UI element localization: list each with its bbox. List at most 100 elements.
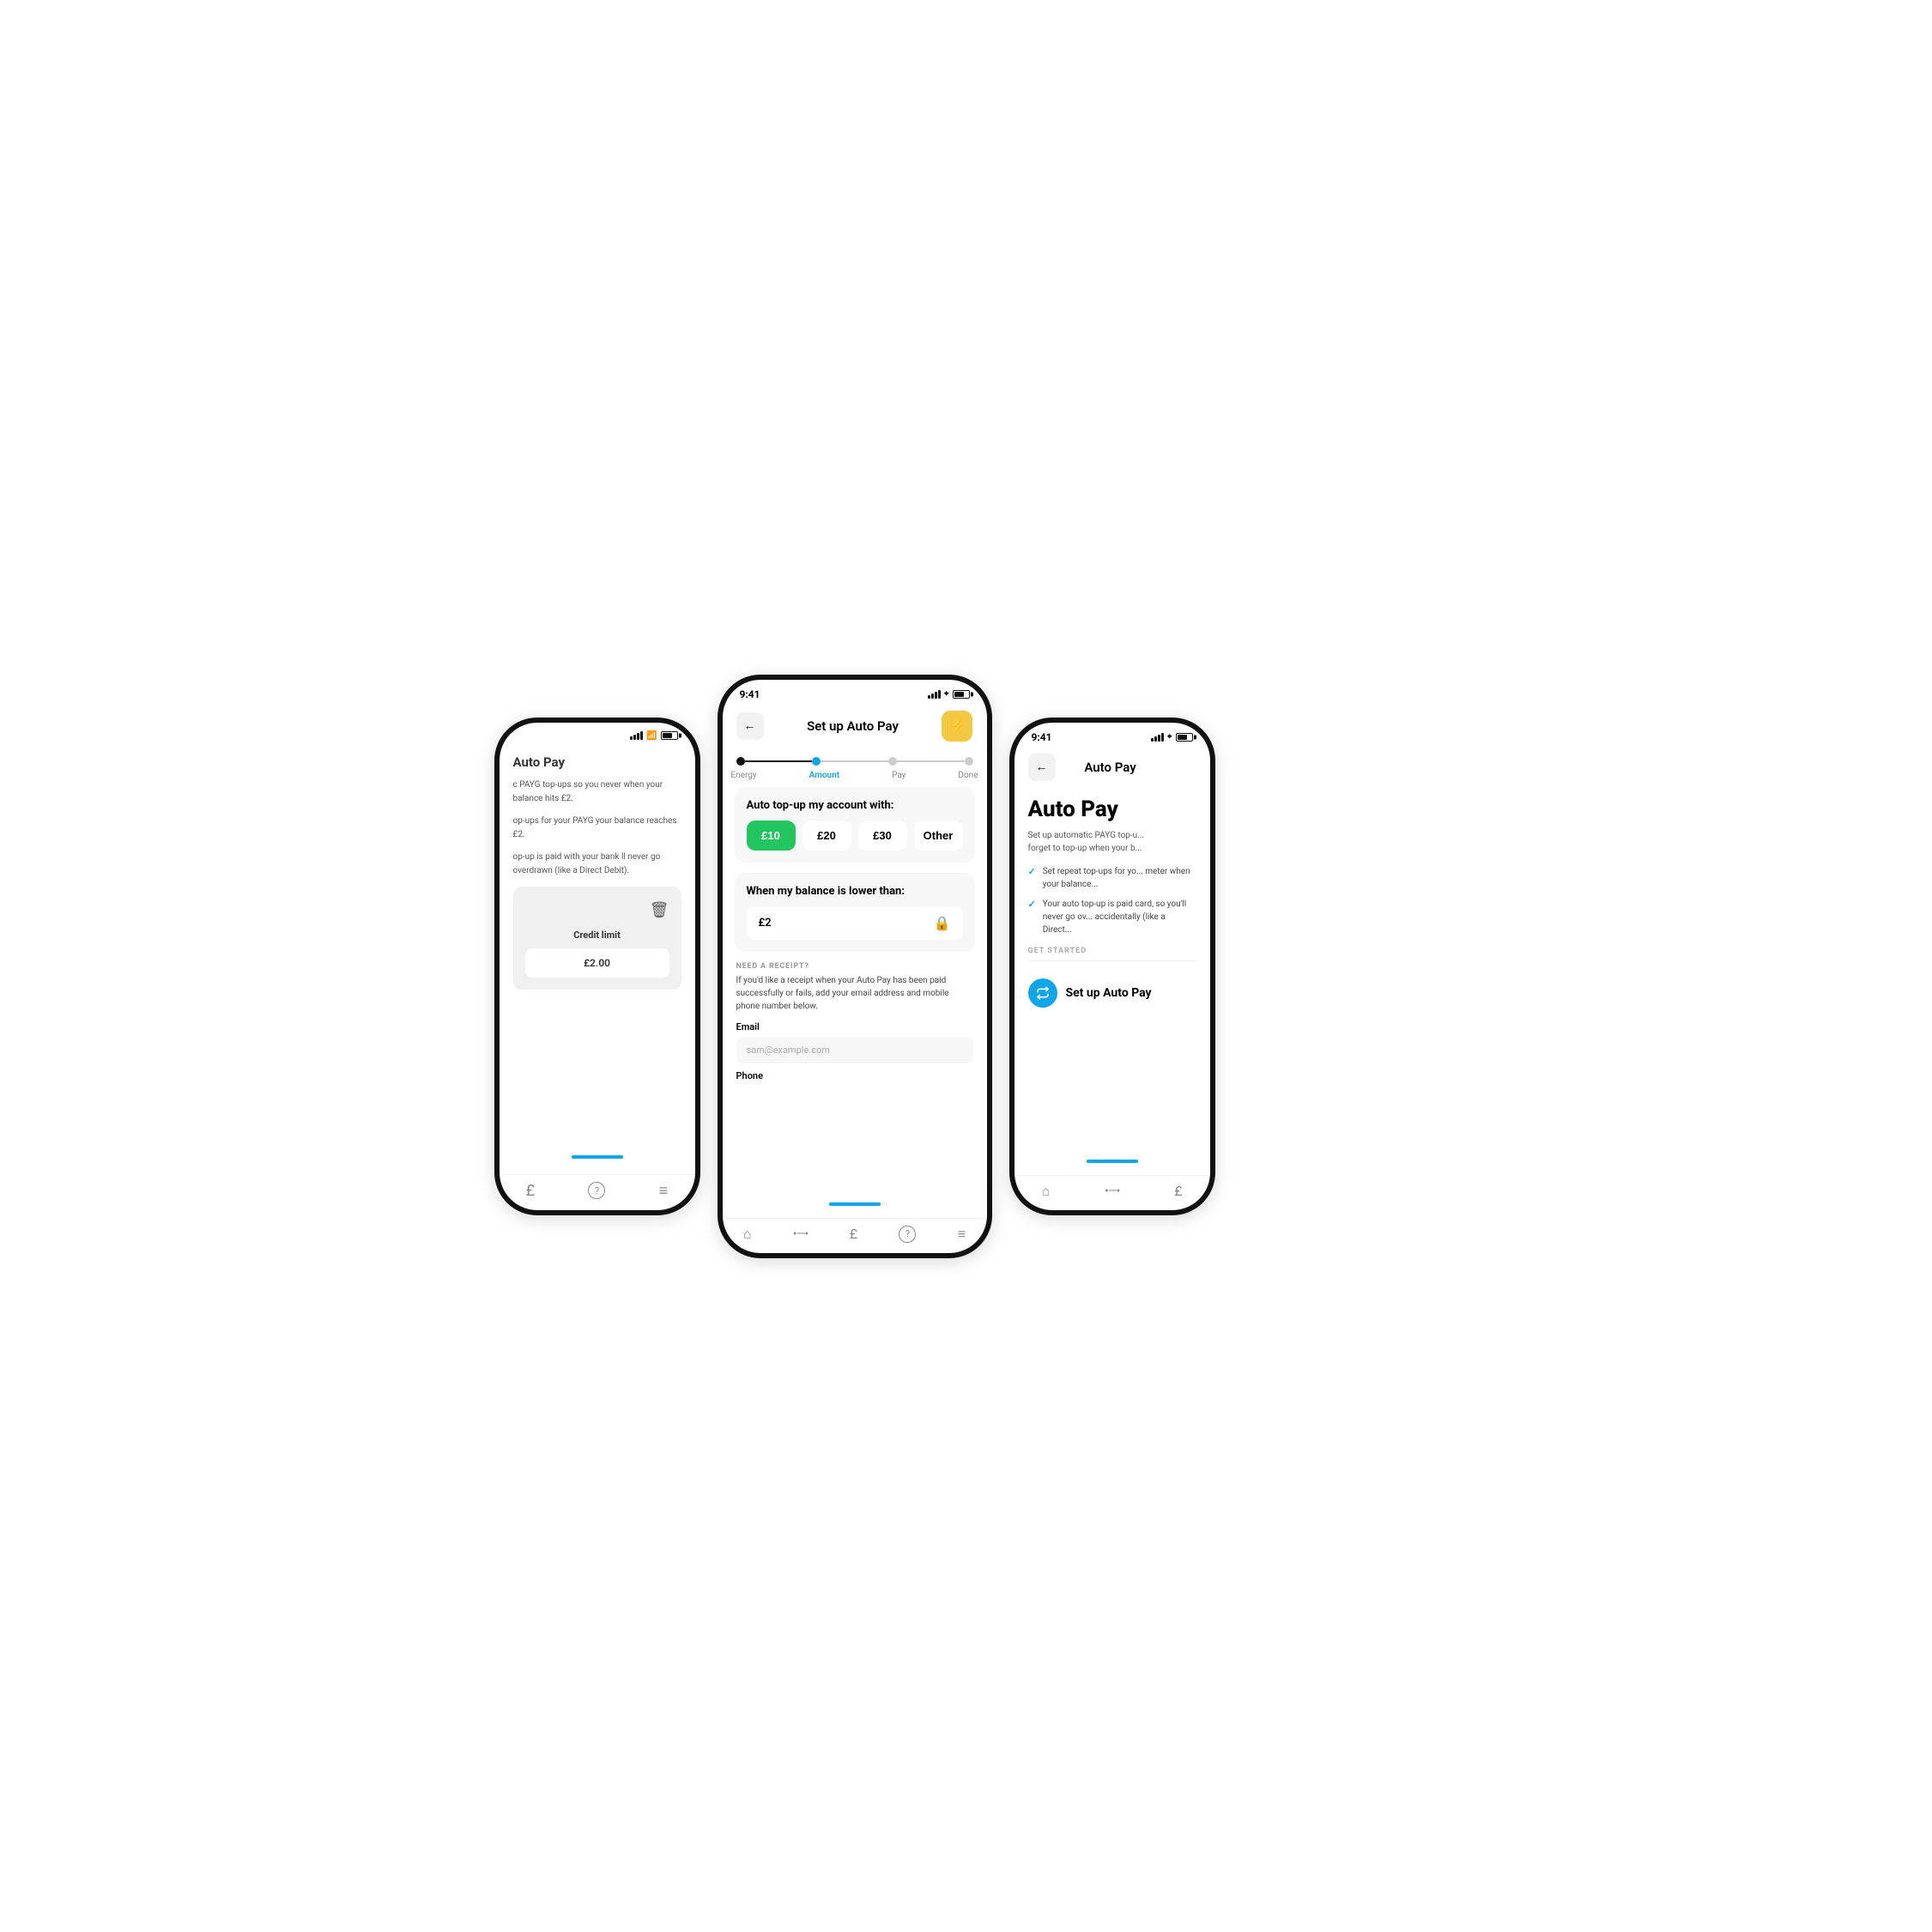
credit-limit-label: Credit limit	[525, 929, 669, 943]
check-text-1: Set repeat top-ups for yo... meter when …	[1043, 865, 1196, 891]
amount-btn-other[interactable]: Other	[914, 821, 963, 851]
receipt-section: NEED A RECEIPT? If you'd like a receipt …	[735, 962, 975, 1081]
stepper-labels: Energy Amount Pay Done	[723, 769, 987, 787]
nav-header-right: ← Auto Pay	[1014, 747, 1210, 788]
battery-fill-left	[663, 733, 672, 738]
battery-icon-right	[1176, 733, 1193, 742]
battery-fill-right	[1178, 735, 1187, 740]
check-icon-1: ✓	[1028, 866, 1036, 877]
amount-card: Auto top-up my account with: £10 £20 £30…	[735, 787, 975, 863]
step-label-done: Done	[958, 771, 978, 780]
time-center: 9:41	[740, 688, 760, 700]
balance-input-row: £2 🔒	[747, 906, 963, 940]
signal-bars-left	[630, 731, 643, 740]
usage-icon-center: •—•	[793, 1227, 808, 1241]
menu-icon-center: ≡	[958, 1226, 966, 1243]
billing-icon-center: £	[850, 1226, 857, 1242]
bottom-nav-center: ⌂ •—• £ ? ≡	[723, 1218, 987, 1253]
step-line-0	[745, 760, 813, 762]
signal-bar-r4	[1161, 733, 1164, 742]
left-desc1: c PAYG top-ups so you never when your ba…	[513, 778, 681, 806]
nav-billing-right[interactable]: £	[1174, 1183, 1182, 1199]
scroll-wrapper-center	[723, 1199, 987, 1218]
step-line-2	[897, 760, 965, 762]
get-started-label: GET STARTED	[1028, 947, 1196, 955]
receipt-desc: If you'd like a receipt when your Auto P…	[736, 974, 973, 1013]
cta-divider	[1028, 960, 1196, 961]
back-button-right[interactable]: ←	[1028, 754, 1056, 781]
time-right: 9:41	[1032, 731, 1052, 743]
nav-billing-center[interactable]: £	[850, 1226, 857, 1242]
step-dot-0	[736, 757, 745, 766]
email-label: Email	[736, 1021, 973, 1033]
signal-bars-right	[1151, 733, 1164, 742]
email-input[interactable]: sam@example.com	[736, 1037, 973, 1063]
nav-usage-right[interactable]: •—•	[1105, 1184, 1119, 1198]
step-label-pay: Pay	[892, 771, 905, 780]
phone-center: 9:41 ⌖ ← Set up Auto Pay	[718, 675, 992, 1258]
nav-usage-center[interactable]: •—•	[793, 1227, 808, 1241]
autopay-button-icon	[1028, 978, 1057, 1008]
scene: 📶 Auto Pay c PAYG top-ups so you never w…	[494, 675, 1438, 1258]
home-icon-center: ⌂	[743, 1226, 752, 1243]
nav-home-right[interactable]: ⌂	[1041, 1183, 1050, 1200]
bottom-nav-right: ⌂ •—• £	[1014, 1175, 1210, 1210]
left-content: Auto Pay c PAYG top-ups so you never whe…	[500, 744, 695, 998]
amount-btn-30[interactable]: £30	[858, 821, 907, 851]
status-icons-left: 📶	[630, 731, 677, 741]
signal-bars-center	[928, 690, 941, 699]
status-bar-left: 📶	[500, 723, 695, 744]
signal-bar-r2	[1154, 736, 1157, 742]
nav-title-center: Set up Auto Pay	[807, 718, 899, 734]
signal-bar-3	[637, 733, 639, 740]
battery-icon-left	[661, 731, 678, 740]
scroll-wrapper-right	[1014, 1156, 1210, 1175]
stepper	[723, 748, 987, 769]
right-content: Auto Pay Set up automatic PAYG top-u...f…	[1014, 788, 1210, 1025]
action-button-center[interactable]: ⚡	[942, 711, 972, 742]
battery-fill-center	[954, 692, 964, 697]
battery-icon-center	[953, 690, 970, 699]
nav-help-center[interactable]: ?	[899, 1226, 916, 1243]
check-text-2: Your auto top-up is paid card, so you'll…	[1043, 898, 1196, 936]
amount-btn-20[interactable]: £20	[802, 821, 851, 851]
nav-home-center[interactable]: ⌂	[743, 1226, 752, 1243]
left-phone-title: Auto Pay	[513, 753, 681, 772]
lock-icon: 🔒	[934, 915, 951, 931]
setup-autopay-button[interactable]: Set up Auto Pay	[1028, 970, 1196, 1016]
credit-card: 🗑 Credit limit £2.00	[513, 887, 681, 990]
nav-header-center: ← Set up Auto Pay ⚡	[723, 704, 987, 748]
step-line-1	[821, 760, 888, 762]
status-bar-right: 9:41 ⌖	[1014, 723, 1210, 747]
nav-item-menu-left[interactable]: ≡	[659, 1182, 669, 1200]
signal-bar-1	[630, 736, 633, 740]
left-desc3: op-up is paid with your bank ll never go…	[513, 851, 681, 878]
signal-bar-r1	[1151, 738, 1154, 742]
amount-grid: £10 £20 £30 Other	[747, 821, 963, 851]
step-dot-2	[888, 757, 897, 766]
autopay-title: Auto Pay	[1028, 796, 1196, 822]
billing-icon-right: £	[1174, 1183, 1182, 1199]
nav-item-help-left[interactable]: ?	[588, 1182, 605, 1199]
step-dot-3	[965, 757, 973, 766]
nav-item-billing-left[interactable]: £	[526, 1182, 535, 1200]
left-desc2: op-ups for your PAYG your balance reache…	[513, 815, 681, 842]
status-bar-center: 9:41 ⌖	[723, 680, 987, 704]
balance-card: When my balance is lower than: £2 🔒	[735, 873, 975, 952]
back-button-center[interactable]: ←	[736, 712, 764, 740]
status-icons-center: ⌖	[928, 689, 970, 699]
status-icons-right: ⌖	[1151, 732, 1193, 742]
signal-bar-r3	[1158, 735, 1160, 742]
signal-bar-4	[640, 731, 643, 740]
help-icon-center: ?	[899, 1226, 916, 1243]
trash-icon[interactable]: 🗑	[525, 899, 669, 922]
amount-btn-10[interactable]: £10	[747, 821, 796, 851]
home-icon-right: ⌂	[1041, 1183, 1050, 1200]
amount-card-title: Auto top-up my account with:	[747, 799, 963, 812]
scroll-indicator-right	[1087, 1160, 1138, 1163]
nav-menu-center[interactable]: ≡	[958, 1226, 966, 1243]
lightning-icon: ⚡	[949, 718, 966, 734]
check-icon-2: ✓	[1028, 899, 1036, 910]
signal-bar-c1	[928, 695, 930, 699]
credit-value: £2.00	[525, 948, 669, 978]
